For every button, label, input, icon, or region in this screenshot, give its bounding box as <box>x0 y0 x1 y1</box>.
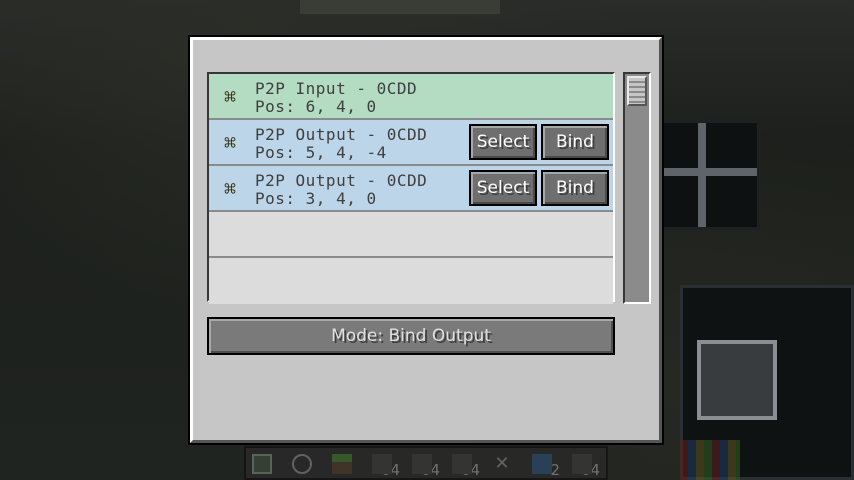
list-scrollbar[interactable] <box>623 72 651 304</box>
entry-title: P2P Output - 0CDD <box>255 125 428 144</box>
block-icon <box>372 454 392 474</box>
entry-position: Pos: 3, 4, 0 <box>255 189 377 208</box>
hotbar-slot[interactable] <box>326 450 362 480</box>
grass-block-icon <box>332 454 352 474</box>
wrench-icon: ✕ <box>494 453 510 474</box>
world-colored-block <box>680 440 740 480</box>
hotbar-slot[interactable]: 64 <box>566 450 602 480</box>
cable-icon <box>532 454 552 474</box>
terminal-icon <box>252 454 272 474</box>
list-item-empty <box>209 258 613 304</box>
bind-button[interactable]: Bind <box>541 124 609 160</box>
block-icon <box>452 454 472 474</box>
hotbar-slot[interactable] <box>286 450 322 480</box>
hotbar: 64 64 64 ✕ 2 64 <box>244 446 608 480</box>
p2p-tunnel-icon: ⌘ <box>223 177 237 201</box>
p2p-tunnel-icon: ⌘ <box>223 131 237 155</box>
hotbar-slot[interactable]: 64 <box>446 450 482 480</box>
hotbar-slot[interactable]: 64 <box>406 450 442 480</box>
panel-notch <box>621 310 665 446</box>
select-button[interactable]: Select <box>469 124 537 160</box>
entry-title: P2P Output - 0CDD <box>255 171 428 190</box>
entry-title: P2P Input - 0CDD <box>255 79 418 98</box>
hotbar-slot[interactable]: 64 <box>366 450 402 480</box>
bind-button[interactable]: Bind <box>541 170 609 206</box>
scrollbar-thumb[interactable] <box>627 76 647 106</box>
select-button[interactable]: Select <box>469 170 537 206</box>
entry-position: Pos: 6, 4, 0 <box>255 97 377 116</box>
list-item-output[interactable]: ⌘ P2P Output - 0CDD Pos: 5, 4, -4 Select… <box>209 120 613 166</box>
mode-button[interactable]: Mode: Bind Output <box>207 317 615 355</box>
block-icon <box>412 454 432 474</box>
entry-position: Pos: 5, 4, -4 <box>255 143 387 162</box>
world-machine-block <box>650 120 760 230</box>
list-item-empty <box>209 212 613 258</box>
block-icon <box>572 454 592 474</box>
p2p-tunnel-list[interactable]: ⌘ P2P Input - 0CDD Pos: 6, 4, 0 ⌘ P2P Ou… <box>207 72 615 304</box>
list-item-output[interactable]: ⌘ P2P Output - 0CDD Pos: 3, 4, 0 Select … <box>209 166 613 212</box>
gear-icon <box>292 454 312 474</box>
hotbar-slot[interactable]: ✕ <box>486 450 522 480</box>
hotbar-slot[interactable]: 2 <box>526 450 562 480</box>
p2p-tunnel-icon: ⌘ <box>223 85 237 109</box>
p2p-gui-panel: ⌘ P2P Input - 0CDD Pos: 6, 4, 0 ⌘ P2P Ou… <box>190 37 662 443</box>
hotbar-slot[interactable] <box>246 450 282 480</box>
world-block <box>300 0 500 14</box>
list-item-input[interactable]: ⌘ P2P Input - 0CDD Pos: 6, 4, 0 <box>209 74 613 120</box>
